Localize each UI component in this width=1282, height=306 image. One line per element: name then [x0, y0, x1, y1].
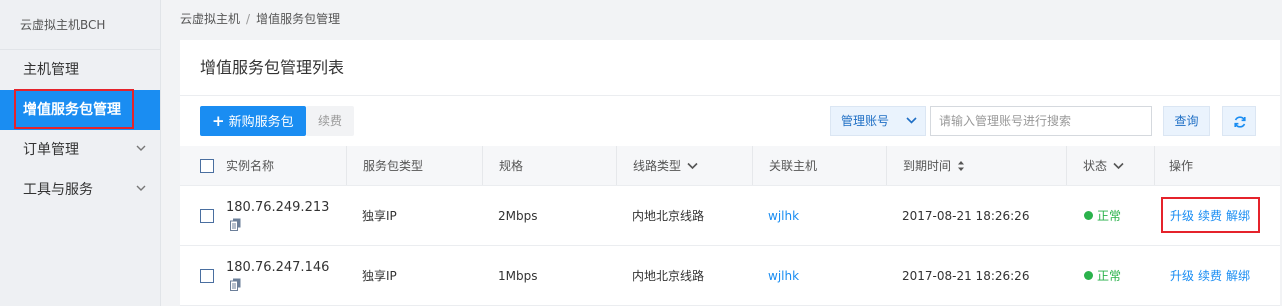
renew-link[interactable]: 续费: [1198, 267, 1222, 284]
renew-link[interactable]: 续费: [1198, 207, 1222, 224]
search-input[interactable]: [930, 106, 1152, 136]
col-instance-name: 实例名称: [226, 159, 275, 173]
query-button[interactable]: 查询: [1163, 106, 1210, 136]
sidebar-item-tools-services[interactable]: 工具与服务: [0, 170, 160, 210]
spec: 2Mbps: [498, 208, 538, 223]
col-line-type-label: 线路类型: [633, 159, 682, 173]
new-package-label: 新购服务包: [228, 115, 294, 130]
sidebar-item-label: 主机管理: [23, 62, 79, 78]
chevron-down-icon: [136, 170, 146, 210]
sidebar-title: 云虚拟主机BCH: [0, 0, 160, 50]
row-actions: 升级 续费 解绑: [1170, 246, 1254, 305]
expire-time: 2017-08-21 18:26:26: [902, 208, 1030, 223]
copy-icon[interactable]: [230, 278, 241, 291]
col-linked-host: 关联主机: [752, 146, 817, 185]
package-type: 独享IP: [362, 209, 397, 223]
col-line-type[interactable]: 线路类型: [616, 146, 698, 185]
toolbar: +新购服务包 续费 管理账号 查询: [180, 96, 1280, 146]
expire-time: 2017-08-21 18:26:26: [902, 268, 1030, 283]
col-status[interactable]: 状态: [1066, 146, 1124, 185]
sidebar-item-label: 增值服务包管理: [23, 102, 121, 118]
col-expire-time-label: 到期时间: [903, 159, 952, 173]
status-badge: 正常: [1084, 186, 1121, 245]
status-dot-icon: [1084, 211, 1093, 220]
col-spec: 规格: [482, 146, 523, 185]
plus-icon: +: [212, 112, 225, 130]
line-type: 内地北京线路: [632, 269, 705, 283]
col-status-label: 状态: [1083, 159, 1108, 173]
package-type: 独享IP: [362, 269, 397, 283]
status-badge: 正常: [1084, 246, 1121, 305]
app-root: 云虚拟主机BCH 主机管理 增值服务包管理 订单管理 工具与服务 云虚拟主机 / 增…: [0, 0, 1282, 306]
line-type: 内地北京线路: [632, 209, 705, 223]
refresh-icon: [1234, 116, 1246, 128]
instance-ip: 180.76.247.146: [226, 260, 330, 275]
row-checkbox[interactable]: [200, 269, 214, 283]
table-row: 180.76.247.146 独享IP 1Mbps 内地北京线路 wjlhk 2…: [180, 246, 1280, 306]
col-expire-time[interactable]: 到期时间: [886, 146, 965, 185]
linked-host-link[interactable]: wjlhk: [768, 186, 799, 245]
col-package-type: 服务包类型: [346, 146, 423, 185]
status-text: 正常: [1097, 209, 1122, 223]
sidebar-item-label: 订单管理: [23, 142, 79, 158]
refresh-button[interactable]: [1222, 106, 1256, 136]
account-select-label: 管理账号: [841, 114, 890, 128]
sidebar-item-host-management[interactable]: 主机管理: [0, 50, 160, 90]
instance-cell: 180.76.247.146: [226, 246, 329, 305]
sidebar-item-label: 工具与服务: [23, 182, 93, 198]
new-package-button[interactable]: + 新购服务包: [200, 106, 306, 136]
sidebar-item-value-added-packages[interactable]: 增值服务包管理: [0, 90, 160, 130]
chevron-down-icon: [687, 162, 698, 170]
package-table: 实例名称 服务包类型 规格 线路类型 关联主机 到期时间 状态 操作 180.7…: [180, 146, 1280, 306]
spec: 1Mbps: [498, 268, 538, 283]
account-select[interactable]: 管理账号: [830, 106, 926, 136]
unbind-link[interactable]: 解绑: [1226, 207, 1250, 224]
row-actions: 升级 续费 解绑: [1170, 186, 1254, 245]
page-title: 增值服务包管理列表: [180, 40, 1280, 96]
row-checkbox[interactable]: [200, 209, 214, 223]
unbind-link[interactable]: 解绑: [1226, 267, 1250, 284]
linked-host-link[interactable]: wjlhk: [768, 246, 799, 305]
chevron-down-icon: [136, 130, 146, 170]
chevron-down-icon: [906, 107, 917, 146]
renew-button[interactable]: 续费: [306, 106, 355, 136]
sidebar: 云虚拟主机BCH 主机管理 增值服务包管理 订单管理 工具与服务: [0, 0, 161, 306]
breadcrumb-current: 增值服务包管理: [256, 12, 341, 26]
select-all-checkbox[interactable]: [200, 159, 214, 173]
upgrade-link[interactable]: 升级: [1170, 267, 1194, 284]
breadcrumb-root[interactable]: 云虚拟主机: [180, 12, 240, 26]
col-actions: 操作: [1154, 146, 1193, 185]
table-row: 180.76.249.213 独享IP 2Mbps 内地北京线路 wjlhk 2…: [180, 186, 1280, 246]
table-header: 实例名称 服务包类型 规格 线路类型 关联主机 到期时间 状态 操作: [180, 146, 1280, 186]
breadcrumb: 云虚拟主机 / 增值服务包管理: [180, 10, 340, 27]
upgrade-link[interactable]: 升级: [1170, 207, 1194, 224]
sort-icon: [958, 160, 965, 171]
copy-icon[interactable]: [230, 218, 241, 231]
status-dot-icon: [1084, 271, 1093, 280]
instance-cell: 180.76.249.213: [226, 186, 329, 245]
status-text: 正常: [1097, 269, 1122, 283]
instance-ip: 180.76.249.213: [226, 200, 330, 215]
breadcrumb-separator: /: [246, 12, 251, 26]
main-panel: 增值服务包管理列表 +新购服务包 续费 管理账号 查询: [180, 40, 1280, 306]
chevron-down-icon: [1113, 162, 1124, 170]
sidebar-item-orders[interactable]: 订单管理: [0, 130, 160, 170]
